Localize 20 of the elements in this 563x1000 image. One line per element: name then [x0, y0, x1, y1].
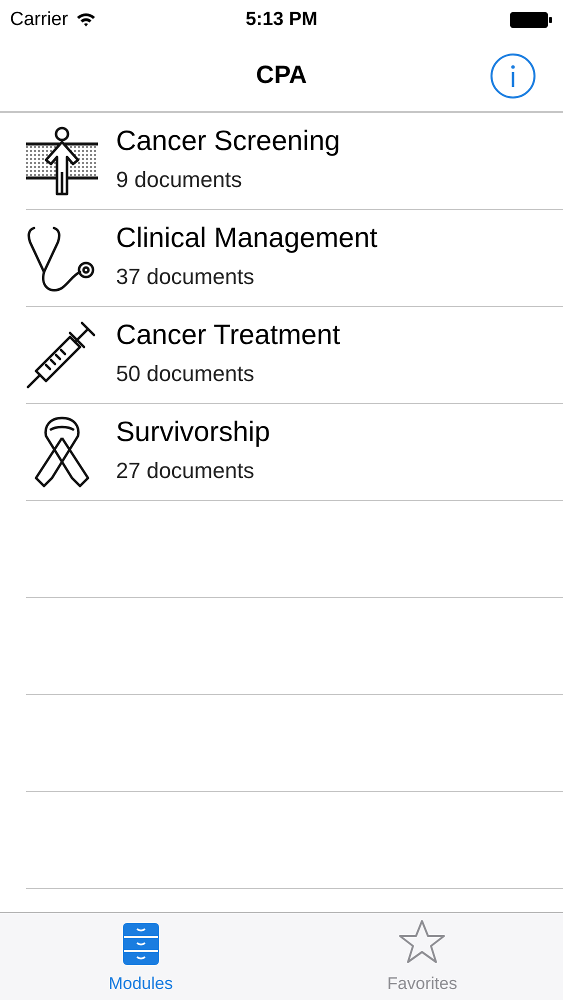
status-time: 5:13 PM [246, 8, 318, 32]
document-count: 27 documents [116, 456, 256, 484]
syringe-icon [26, 319, 98, 391]
document-count: 50 documents [116, 360, 256, 388]
info-button[interactable] [490, 53, 536, 99]
module-title[interactable]: Survivorship [116, 414, 270, 449]
document-count: 9 documents [116, 166, 243, 194]
carrier-label: Carrier [10, 8, 68, 32]
module-title[interactable]: Cancer Treatment [116, 316, 340, 352]
person-scan-icon [26, 126, 98, 196]
star-icon [398, 918, 446, 964]
nav-title: CPA [256, 60, 307, 91]
module-title[interactable]: Cancer Screening [116, 122, 340, 158]
document-count: 37 documents [116, 262, 256, 290]
battery-icon [509, 11, 553, 29]
tab-item[interactable]: Modules [0, 913, 282, 1000]
drawers-icon [122, 922, 159, 964]
module-title[interactable]: Clinical Management [116, 220, 378, 255]
ribbon-icon [32, 416, 92, 488]
wifi-icon [76, 12, 96, 28]
